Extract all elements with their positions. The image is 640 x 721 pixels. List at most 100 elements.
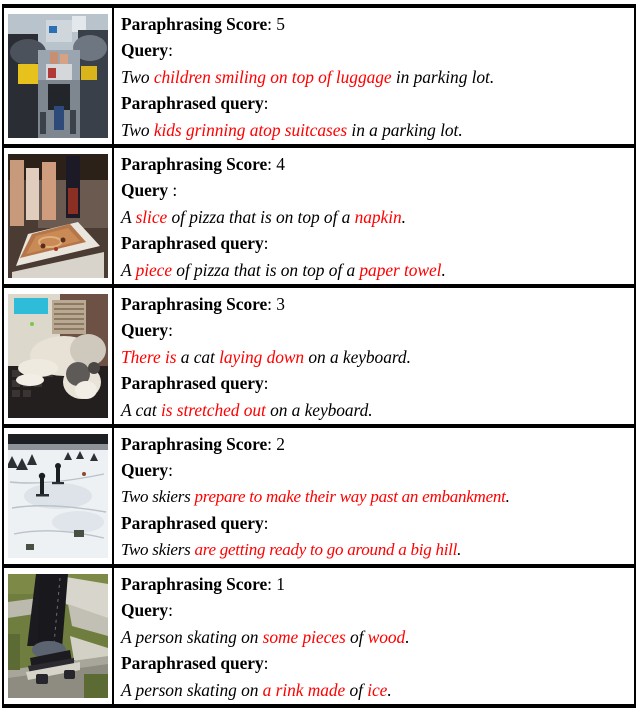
- paraphrased-query-label: Paraphrased query: [121, 93, 264, 114]
- paraphrased-text-4: .: [441, 259, 446, 280]
- query-highlight-1: prepare to make their way past an embank…: [194, 486, 506, 506]
- table-row: Paraphrasing Score: 2 Query: Two skiers pr…: [2, 428, 636, 564]
- query-highlight-3: napkin: [354, 206, 402, 227]
- query-highlight-3: wood: [367, 626, 406, 647]
- query-label: Query: [121, 460, 169, 481]
- query-text-2: in parking lot.: [391, 66, 495, 87]
- example-text-cell: Paraphrasing Score: 5 Query: Two children …: [114, 8, 634, 144]
- query-label-separator: :: [168, 460, 173, 481]
- paraphrased-text-0: A: [121, 259, 136, 280]
- example-image-cell: [4, 8, 114, 144]
- query-label-separator: :: [168, 40, 173, 61]
- example-text-cell: Paraphrasing Score: 2 Query: Two skiers pr…: [114, 428, 634, 564]
- paraphrased-text-0: A cat: [121, 399, 161, 420]
- paraphrasing-score-value: 1: [276, 574, 285, 594]
- example-image: [8, 574, 108, 698]
- paraphrasing-score-separator: :: [267, 14, 277, 34]
- paraphrased-highlight-1: a rink made: [262, 679, 346, 700]
- query-text-3: on a keyboard.: [304, 346, 411, 367]
- query-sentence: Two skiers prepare to make their way pas…: [121, 484, 628, 510]
- paraphrasing-score-line: Paraphrasing Score: 5: [121, 11, 628, 37]
- query-label-line: Query:: [121, 317, 628, 343]
- query-label: Query: [121, 320, 169, 341]
- query-highlight-1: some pieces: [262, 626, 346, 647]
- paraphrasing-score-label: Paraphrasing Score: [121, 574, 268, 594]
- query-text-0: Two skiers: [121, 486, 195, 506]
- table-bottom-rule: [2, 704, 636, 708]
- paraphrasing-score-label: Paraphrasing Score: [121, 294, 268, 314]
- paraphrasing-score-separator: :: [267, 294, 277, 314]
- query-text-1: a cat: [176, 346, 220, 367]
- paraphrased-query-label-line: Paraphrased query:: [121, 370, 628, 396]
- query-sentence: A slice of pizza that is on top of a nap…: [121, 204, 628, 230]
- query-text-0: Two: [121, 66, 154, 87]
- query-label: Query: [121, 40, 169, 61]
- query-sentence: Two children smiling on top of luggage i…: [121, 64, 628, 90]
- query-highlight-1: children smiling on top of luggage: [153, 66, 392, 87]
- paraphrased-query-label-separator: :: [263, 93, 269, 114]
- example-image: [8, 294, 108, 418]
- query-sentence: There is a cat laying down on a keyboard…: [121, 344, 628, 370]
- paraphrased-text-4: .: [387, 679, 392, 700]
- query-text-2: of: [345, 626, 368, 647]
- paraphrased-query-sentence: A cat is stretched out on a keyboard.: [121, 397, 628, 423]
- paraphrasing-score-value: 4: [276, 154, 285, 174]
- example-text-cell: Paraphrasing Score: 4 Query :A slice of p…: [114, 148, 634, 284]
- paraphrased-query-label-line: Paraphrased query:: [121, 650, 628, 676]
- paraphrased-query-label: Paraphrased query: [121, 653, 264, 674]
- example-image: [8, 154, 108, 278]
- example-image: [8, 14, 108, 138]
- example-image-cell: [4, 568, 114, 704]
- qualitative-examples-table: Paraphrasing Score: 5 Query: Two children …: [0, 0, 640, 721]
- paraphrasing-score-value: 5: [276, 14, 285, 34]
- paraphrased-query-label-separator: :: [263, 373, 269, 394]
- table-row: Paraphrasing Score: 5 Query: Two children …: [2, 8, 636, 144]
- table-row: Paraphrasing Score: 4 Query :A slice of p…: [2, 148, 636, 284]
- paraphrased-text-2: in a parking lot.: [347, 119, 463, 140]
- query-highlight-2: laying down: [219, 346, 305, 367]
- paraphrasing-score-label: Paraphrasing Score: [121, 434, 268, 454]
- paraphrasing-score-line: Paraphrasing Score: 3: [121, 291, 628, 317]
- paraphrased-query-label: Paraphrased query: [121, 513, 264, 534]
- paraphrased-text-2: on a keyboard.: [265, 399, 373, 420]
- paraphrased-query-sentence: Two kids grinning atop suitcases in a pa…: [121, 117, 628, 143]
- paraphrased-query-sentence: Two skiers are getting ready to go aroun…: [121, 537, 628, 563]
- paraphrased-query-label-line: Paraphrased query:: [121, 510, 628, 536]
- query-label-separator: :: [168, 600, 173, 621]
- paraphrased-highlight-3: paper towel: [359, 259, 442, 280]
- paraphrasing-score-separator: :: [267, 574, 277, 594]
- paraphrased-highlight-1: piece: [135, 259, 172, 280]
- paraphrasing-score-value: 3: [276, 294, 285, 314]
- example-text-cell: Paraphrasing Score: 1 Query: A person skat…: [114, 568, 634, 704]
- paraphrased-query-label-separator: :: [263, 653, 269, 674]
- query-text-4: .: [401, 206, 406, 227]
- paraphrased-query-label-separator: :: [263, 513, 269, 534]
- query-label-separator: :: [168, 180, 178, 201]
- paraphrasing-score-line: Paraphrasing Score: 4: [121, 151, 628, 177]
- paraphrased-query-label: Paraphrased query: [121, 373, 264, 394]
- table-row: Paraphrasing Score: 1 Query: A person skat…: [2, 568, 636, 704]
- example-image: [8, 434, 108, 558]
- paraphrasing-score-line: Paraphrasing Score: 1: [121, 571, 628, 597]
- paraphrased-text-0: Two skiers: [121, 539, 195, 559]
- query-label-line: Query:: [121, 37, 628, 63]
- example-image-cell: [4, 288, 114, 424]
- query-text-0: A: [121, 206, 136, 227]
- paraphrased-highlight-1: kids grinning atop suitcases: [153, 119, 348, 140]
- paraphrased-query-label: Paraphrased query: [121, 233, 264, 254]
- paraphrased-text-0: A person skating on: [121, 679, 263, 700]
- paraphrasing-score-separator: :: [267, 154, 277, 174]
- paraphrased-query-label-line: Paraphrased query:: [121, 230, 628, 256]
- table-rows-container: Paraphrasing Score: 5 Query: Two children …: [0, 8, 640, 708]
- paraphrasing-score-label: Paraphrasing Score: [121, 154, 268, 174]
- paraphrased-query-label-line: Paraphrased query:: [121, 90, 628, 116]
- paraphrased-query-sentence: A piece of pizza that is on top of a pap…: [121, 257, 628, 283]
- example-image-cell: [4, 148, 114, 284]
- query-sentence: A person skating on some pieces of wood.: [121, 624, 628, 650]
- paraphrased-highlight-3: ice: [367, 679, 388, 700]
- paraphrasing-score-value: 2: [276, 434, 285, 454]
- query-highlight-0: There is: [121, 346, 177, 367]
- query-text-0: A person skating on: [121, 626, 263, 647]
- example-text-cell: Paraphrasing Score: 3 Query: There is a ca…: [114, 288, 634, 424]
- query-text-2: .: [505, 486, 510, 506]
